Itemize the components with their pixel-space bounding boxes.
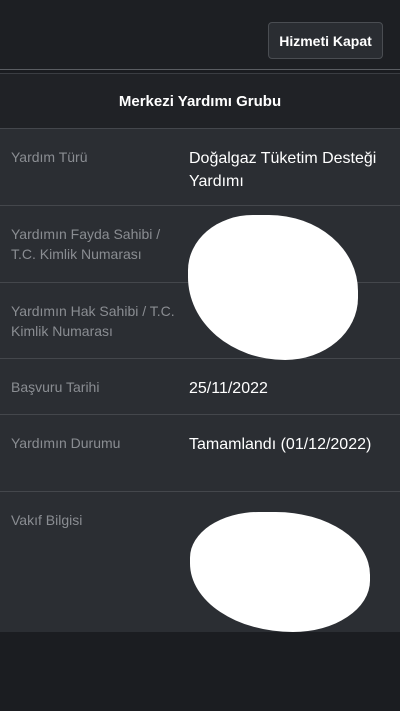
row-label: Vakıf Bilgisi: [11, 512, 83, 528]
row-aid-status: Yardımın Durumu Tamamlandı (01/12/2022): [0, 415, 400, 492]
row-label: Yardım Türü: [11, 149, 88, 165]
row-label: Yardımın Fayda Sahibi / T.C. Kimlik Numa…: [11, 226, 161, 262]
top-bar: Hizmeti Kapat: [0, 0, 400, 70]
row-application-date: Başvuru Tarihi 25/11/2022: [0, 359, 400, 415]
row-aid-type: Yardım Türü Doğalgaz Tüketim Desteği Yar…: [0, 129, 400, 206]
divider: [0, 69, 400, 70]
row-label: Yardımın Hak Sahibi / T.C. Kimlik Numara…: [11, 303, 175, 339]
row-label: Yardımın Durumu: [11, 435, 121, 451]
row-label: Başvuru Tarihi: [11, 379, 100, 395]
close-service-button[interactable]: Hizmeti Kapat: [268, 22, 383, 59]
bottom-area: [0, 632, 400, 711]
panel-title: Merkezi Yardımı Grubu: [0, 74, 400, 129]
row-value: Doğalgaz Tüketim Desteği Yardımı: [189, 150, 377, 190]
row-value: 25/11/2022: [189, 380, 268, 397]
row-value: Tamamlandı (01/12/2022): [189, 436, 372, 453]
